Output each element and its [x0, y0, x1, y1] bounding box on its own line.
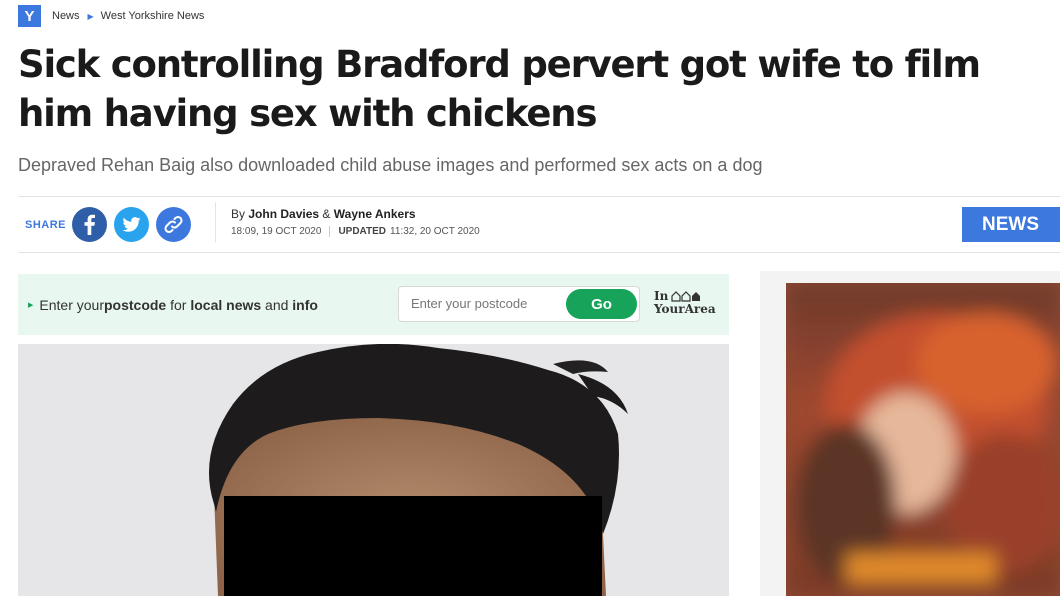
facebook-share-button[interactable] [72, 207, 108, 242]
divider [18, 252, 1060, 253]
postcode-prompt-text: for [166, 297, 191, 313]
byline-prefix: By [231, 207, 246, 221]
postcode-prompt-text: and [261, 297, 293, 313]
updated-label: UPDATED [338, 226, 387, 237]
share-bar: SHARE [25, 207, 198, 242]
twitter-icon [122, 217, 141, 232]
postcode-prompt-text: Enter your [39, 297, 104, 313]
byline: By John Davies & Wayne Ankers [231, 207, 416, 221]
postcode-prompt: ▶ Enter your postcode for local news and… [28, 297, 318, 313]
updated-date: 11:32, 20 OCT 2020 [390, 226, 480, 237]
article-headline: Sick controlling Bradford pervert got wi… [18, 43, 981, 135]
share-label: SHARE [25, 218, 67, 231]
author-link[interactable]: John Davies [248, 207, 319, 221]
chevron-right-icon: ▶ [87, 11, 94, 21]
site-logo[interactable]: Y [18, 5, 41, 27]
breadcrumb: Y News ▶ West Yorkshire News [18, 5, 204, 27]
mugshot-image [18, 344, 729, 596]
inyourarea-logo[interactable]: In YourArea [654, 290, 716, 316]
postcode-prompt-bold: postcode [103, 297, 167, 313]
advertisement[interactable] [760, 271, 1060, 596]
article-dates: 18:09, 19 OCT 2020 UPDATED 11:32, 20 OCT… [231, 226, 480, 237]
advertisement-image [786, 283, 1060, 596]
divider [215, 202, 216, 242]
postcode-input-wrapper: Go [398, 286, 640, 322]
article-subheadline: Depraved Rehan Baig also downloaded chil… [18, 155, 763, 175]
published-date: 18:09, 19 OCT 2020 [231, 226, 322, 237]
postcode-prompt-bold: local news [190, 297, 262, 313]
postcode-prompt-bold: info [292, 297, 318, 313]
author-link[interactable]: Wayne Ankers [334, 207, 416, 221]
article-photo[interactable] [18, 344, 729, 596]
arrow-right-icon: ▶ [28, 302, 34, 309]
divider [329, 226, 331, 237]
postcode-input[interactable] [411, 296, 561, 311]
link-icon [164, 215, 183, 234]
author-separator: & [322, 207, 331, 221]
go-button[interactable]: Go [566, 289, 637, 319]
inyourarea-logo-text: YourArea [654, 302, 716, 316]
divider [18, 196, 1060, 197]
houses-icon [671, 291, 701, 302]
breadcrumb-west-yorkshire-news[interactable]: West Yorkshire News [101, 10, 205, 22]
breadcrumb-news[interactable]: News [52, 10, 80, 22]
copy-link-button[interactable] [156, 207, 192, 242]
section-badge[interactable]: NEWS [962, 207, 1060, 242]
twitter-share-button[interactable] [114, 207, 150, 242]
postcode-widget: ▶ Enter your postcode for local news and… [18, 274, 729, 335]
facebook-icon [84, 214, 96, 235]
